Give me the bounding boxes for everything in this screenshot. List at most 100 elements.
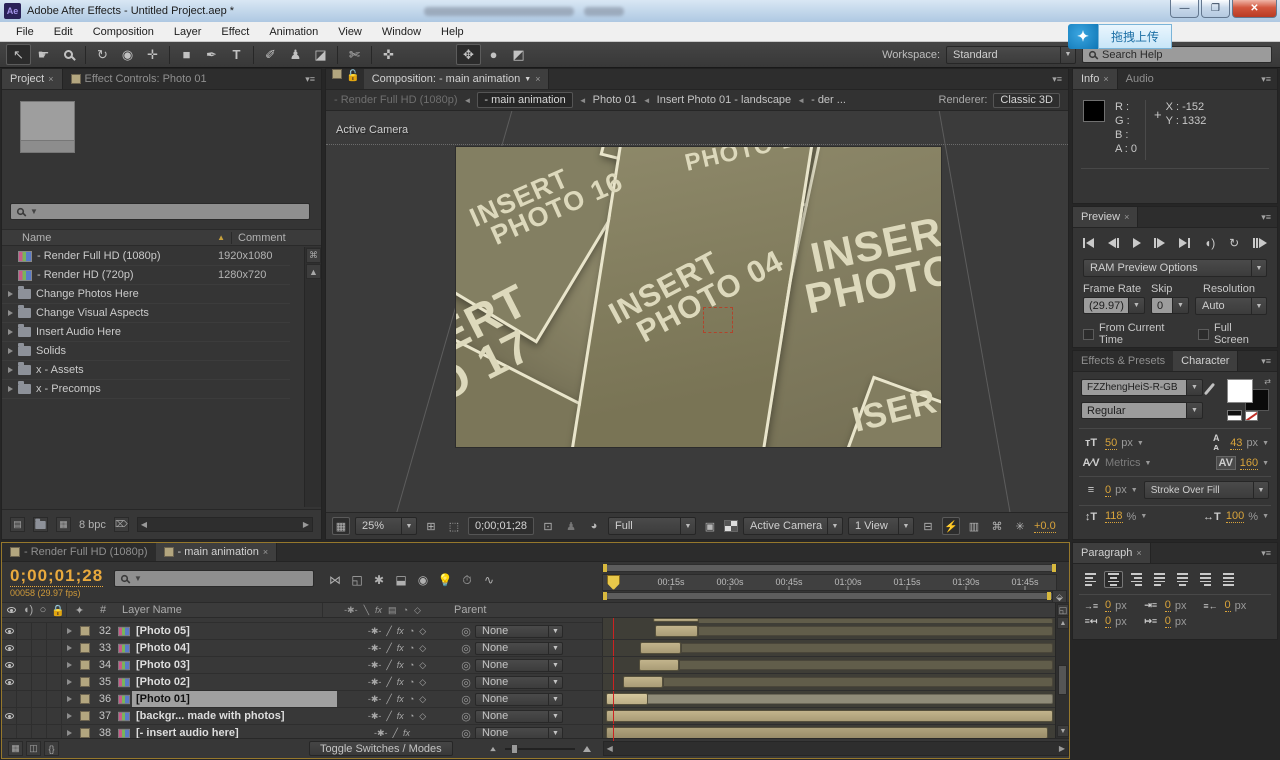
layer-row-35[interactable]: 35 [Photo 02] -✱-╱fx◔◇ ◎ None▼	[2, 674, 1069, 691]
tab-timeline-main[interactable]: - main animation ×	[156, 543, 278, 561]
close-icon[interactable]: ×	[1103, 74, 1108, 84]
stroke-width-value[interactable]: 0	[1105, 484, 1111, 497]
local-axis-mode[interactable]: ✥	[456, 44, 481, 65]
tracking-value[interactable]: 160	[1240, 457, 1258, 470]
space-before-control[interactable]: ≡↤ 0px	[1081, 615, 1127, 628]
previous-frame-button[interactable]	[1108, 235, 1119, 251]
parent-pickwhip-icon[interactable]: ◎	[457, 623, 475, 639]
zoom-tool[interactable]	[56, 44, 81, 65]
expand-inout-icon[interactable]: {}	[44, 741, 59, 756]
tab-project[interactable]: Project×	[2, 69, 63, 89]
panel-menu-icon[interactable]: ▾≡	[1046, 69, 1068, 89]
parent-pickwhip-icon[interactable]: ◎	[457, 657, 475, 673]
breadcrumb-photo01[interactable]: Photo 01	[593, 94, 637, 106]
vertical-scale-control[interactable]: ↕T 118 % ▼	[1081, 510, 1147, 523]
expand-triangle-icon[interactable]	[8, 310, 13, 316]
ram-preview-button[interactable]	[1253, 235, 1267, 251]
motion-blur-icon[interactable]: ◉	[412, 570, 434, 590]
tab-timeline-render[interactable]: - Render Full HD (1080p)	[2, 543, 156, 561]
expand-layers-icon[interactable]: ▦	[8, 741, 23, 756]
panel-menu-icon[interactable]: ▾≡	[1255, 351, 1277, 371]
label-color-swatch[interactable]	[80, 711, 90, 721]
play-button[interactable]	[1133, 235, 1141, 251]
layer-row-34[interactable]: 34 [Photo 03] -✱-╱fx◔◇ ◎ None▼	[2, 657, 1069, 674]
default-fill-stroke-icon[interactable]	[1227, 410, 1242, 421]
label-color-swatch[interactable]	[80, 728, 90, 738]
project-item-render-full-hd[interactable]: - Render Full HD (1080p) 1920x1080	[2, 247, 290, 266]
tab-composition[interactable]: Composition: - main animation ▼ ×	[364, 69, 550, 89]
restore-button[interactable]: ❐	[1201, 0, 1230, 18]
scroll-down-icon[interactable]: ▼	[1057, 725, 1069, 737]
tab-effects-presets[interactable]: Effects & Presets	[1073, 351, 1173, 371]
layer-name[interactable]: [Photo 01]	[132, 691, 337, 707]
font-style-dropdown[interactable]: Regular▼	[1081, 402, 1203, 419]
expand-triangle-icon[interactable]	[67, 696, 72, 702]
parent-dropdown[interactable]: None▼	[475, 676, 563, 689]
menu-effect[interactable]: Effect	[211, 22, 259, 41]
expand-triangle-icon[interactable]	[8, 367, 13, 373]
close-icon[interactable]: ×	[535, 74, 540, 84]
layer-name[interactable]: [Photo 05]	[132, 623, 337, 639]
roto-brush-tool[interactable]: ✄	[342, 44, 367, 65]
parent-pickwhip-icon[interactable]: ◎	[457, 691, 475, 707]
zoom-out-mountain-icon[interactable]	[490, 746, 496, 750]
first-frame-button[interactable]	[1083, 235, 1094, 251]
solo-toggle[interactable]	[32, 623, 47, 639]
audio-mute-button[interactable]: ◖)	[1204, 235, 1215, 251]
eye-icon[interactable]	[2, 640, 17, 656]
expand-triangle-icon[interactable]	[8, 348, 13, 354]
parent-pickwhip-icon[interactable]: ◎	[457, 674, 475, 690]
workspace-dropdown[interactable]: Standard ▼	[946, 46, 1076, 64]
frame-rate-dropdown[interactable]: (29.97)▼	[1083, 297, 1145, 315]
breadcrumb-der[interactable]: - der ...	[811, 94, 846, 106]
show-channels-icon[interactable]: ◕	[585, 517, 603, 535]
justify-last-left-button[interactable]	[1150, 571, 1169, 588]
tab-paragraph[interactable]: Paragraph×	[1073, 543, 1151, 563]
resolution-dropdown[interactable]: Full ▼	[608, 517, 696, 535]
current-time-display[interactable]: 0;00;01;28	[468, 517, 534, 535]
auto-keyframe-icon[interactable]: ⏱	[456, 570, 478, 590]
tab-preview[interactable]: Preview×	[1073, 207, 1138, 227]
project-folder-change-visual[interactable]: Change Visual Aspects	[2, 304, 290, 323]
menu-composition[interactable]: Composition	[83, 22, 164, 41]
eye-icon-off[interactable]	[2, 691, 17, 707]
scroll-up-icon[interactable]: ▲	[306, 264, 321, 279]
fill-stroke-swatches[interactable]: ⇄	[1227, 379, 1269, 421]
project-folder-insert-audio[interactable]: Insert Audio Here	[2, 323, 290, 342]
parent-dropdown[interactable]: None▼	[475, 642, 563, 655]
eye-icon[interactable]	[2, 674, 17, 690]
interpret-footage-icon[interactable]: ▤	[10, 517, 25, 532]
view-layout-dropdown[interactable]: 1 View ▼	[848, 517, 914, 535]
project-item-render-hd[interactable]: - Render HD (720p) 1280x720	[2, 266, 290, 285]
panel-menu-icon[interactable]: ▾≡	[1255, 207, 1277, 227]
kerning-value[interactable]: Metrics	[1105, 457, 1140, 469]
expand-triangle-icon[interactable]	[8, 291, 13, 297]
layer-row-33[interactable]: 33 [Photo 04] -✱-╱fx◔◇ ◎ None▼	[2, 640, 1069, 657]
leading-control[interactable]: Aᴀ 43 px ▼	[1206, 434, 1269, 452]
composition-viewer[interactable]: Active Camera INSERTPHOTO 16 PHOTO 15 IN…	[326, 111, 1068, 512]
eye-icon[interactable]	[2, 623, 17, 639]
zoom-in-mountain-icon[interactable]	[583, 746, 591, 752]
timeline-zoom-slider[interactable]	[505, 748, 575, 750]
font-family-dropdown[interactable]: FZZhengHeiS-R-GB▼	[1081, 379, 1203, 396]
align-center-button[interactable]	[1104, 571, 1123, 588]
parent-pickwhip-icon[interactable]: ◎	[457, 640, 475, 656]
last-frame-button[interactable]	[1179, 235, 1190, 251]
column-name[interactable]: Name	[2, 232, 217, 244]
close-icon[interactable]: ×	[263, 547, 268, 557]
rotation-tool[interactable]: ↻	[90, 44, 115, 65]
stroke-mode-dropdown[interactable]: Stroke Over Fill ▼	[1144, 481, 1269, 499]
menu-help[interactable]: Help	[431, 22, 474, 41]
kerning-control[interactable]: A⁄V Metrics ▼	[1081, 456, 1151, 470]
scroll-up-icon[interactable]: ▲	[1057, 617, 1069, 629]
fill-color-swatch[interactable]	[1227, 379, 1253, 403]
hand-tool[interactable]: ☛	[31, 44, 56, 65]
project-folder-solids[interactable]: Solids	[2, 342, 290, 361]
label-color-swatch[interactable]	[80, 626, 90, 636]
pen-tool[interactable]: ✒	[199, 44, 224, 65]
expand-triangle-icon[interactable]	[67, 713, 72, 719]
toggle-switches-modes-button[interactable]: Toggle Switches / Modes	[309, 741, 453, 756]
puppet-pin-tool[interactable]: ✜	[376, 44, 401, 65]
menu-window[interactable]: Window	[372, 22, 431, 41]
renderer-button[interactable]: Classic 3D	[993, 93, 1060, 108]
